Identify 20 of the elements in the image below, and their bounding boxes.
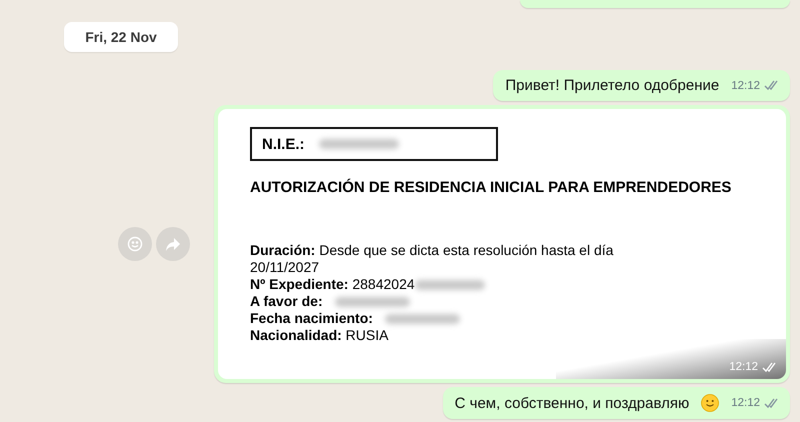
message-time: 12:12 (729, 361, 758, 373)
forward-icon (165, 236, 181, 252)
emoji-button[interactable] (118, 227, 152, 261)
double-check-icon (762, 362, 778, 372)
double-check-icon (764, 398, 780, 408)
document-field: Nº Expediente: 28842024 (250, 276, 415, 293)
document-field: Duración: Desde que se dicta esta resolución hasta el día 20/11/2027 (250, 242, 670, 276)
document-field: Fecha nacimiento: (250, 310, 373, 327)
double-check-icon (764, 80, 780, 91)
nie-label: N.I.E.: (262, 136, 305, 152)
message-time: 12:12 (731, 397, 760, 409)
smiley-icon (127, 236, 143, 252)
message-text: Привет! Прилетело одобрение (505, 77, 720, 94)
forward-button[interactable] (156, 227, 190, 261)
message-text: С чем, собственно, и поздравляю (454, 394, 690, 412)
date-chip: Fri, 22 Nov (64, 22, 178, 52)
document-field: A favor de: (250, 293, 323, 310)
document-field: Nacionalidad: RUSIA (250, 327, 388, 344)
document-title: AUTORIZACIÓN DE RESIDENCIA INICIAL PARA EMPRENDEDORES (250, 179, 732, 196)
message-time: 12:12 (731, 80, 760, 92)
